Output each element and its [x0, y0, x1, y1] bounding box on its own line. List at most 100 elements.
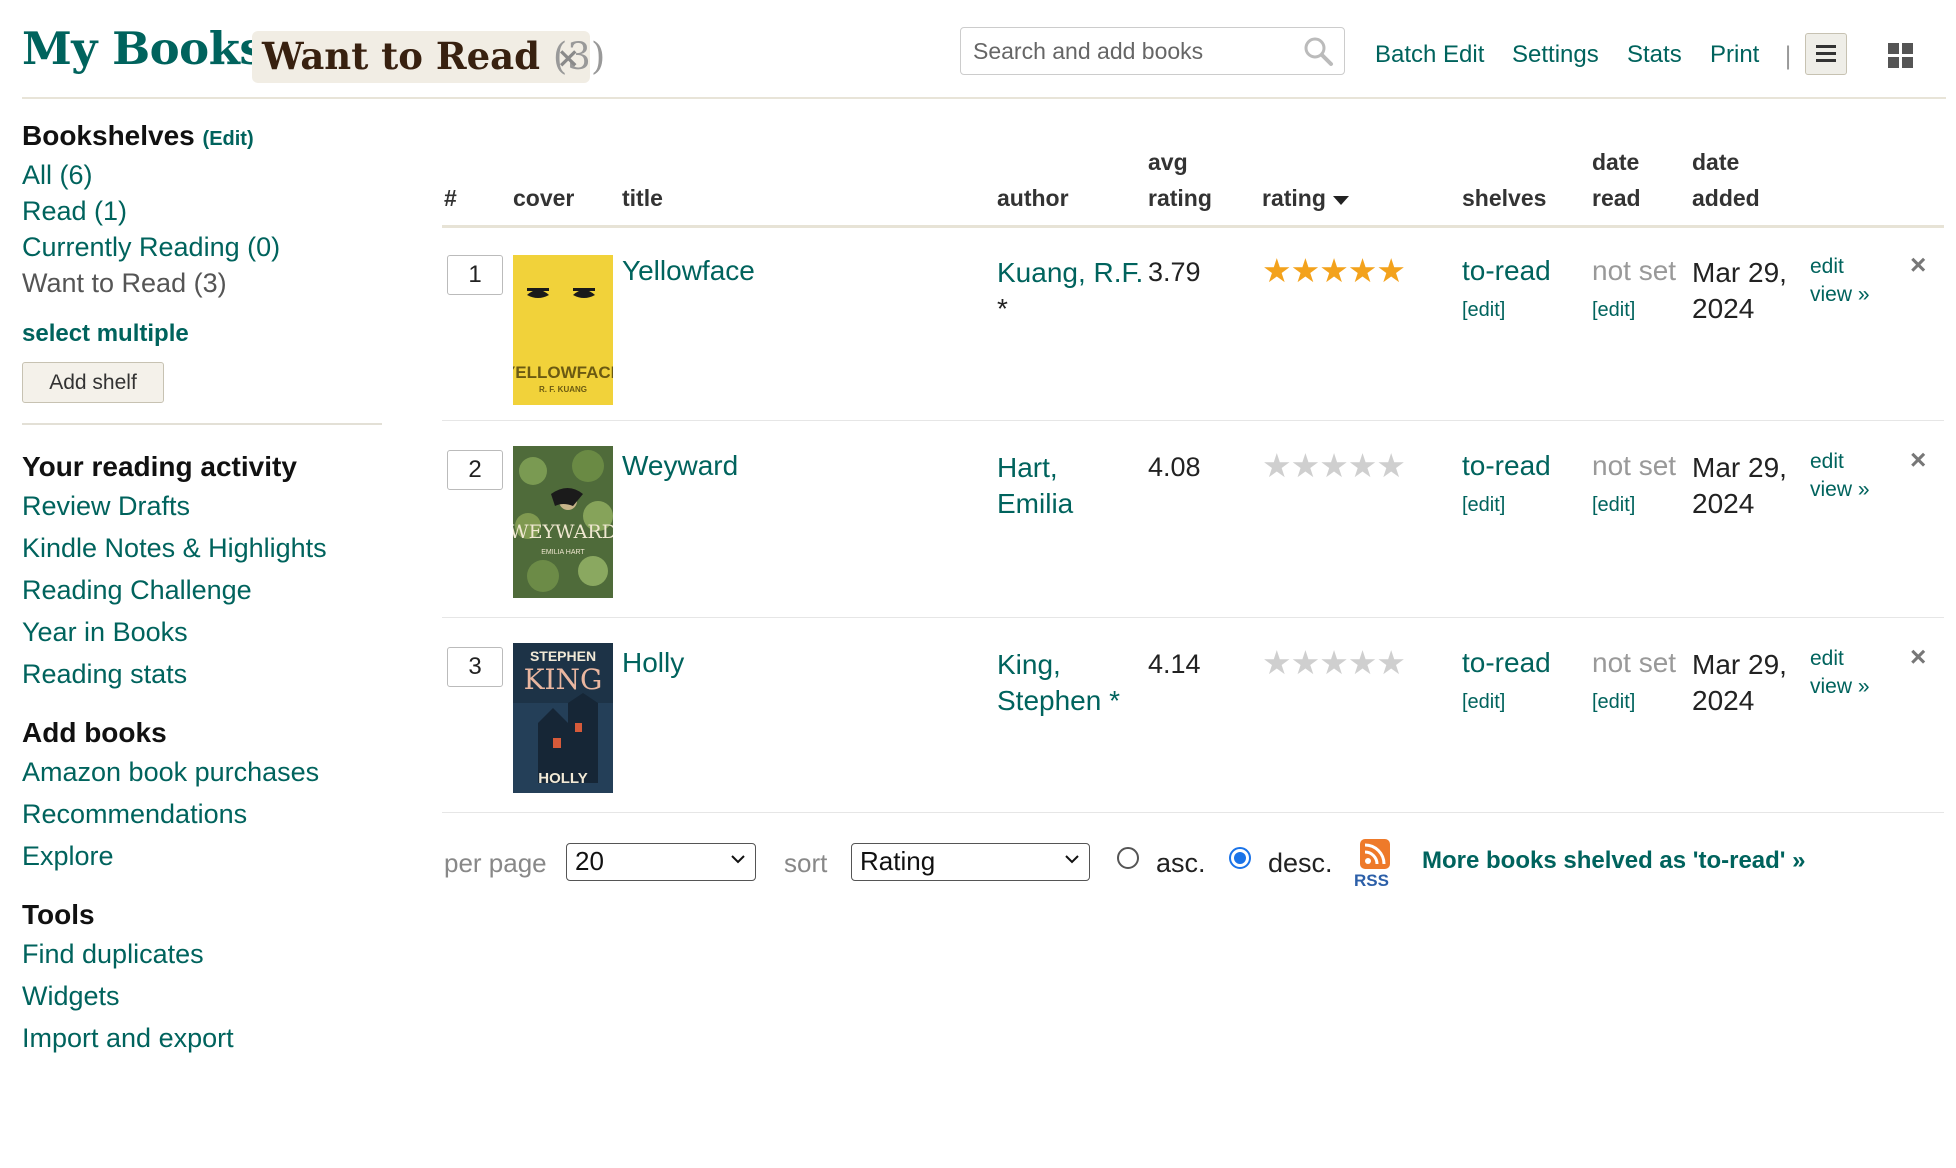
col-header-date-added[interactable]: date added [1692, 144, 1760, 216]
date-read-edit-link[interactable]: [edit] [1592, 299, 1635, 322]
more-books-link[interactable]: More books shelved as 'to-read' » [1422, 847, 1806, 875]
star-icon[interactable]: ★ [1376, 252, 1406, 289]
star-icon[interactable]: ★ [1262, 252, 1292, 289]
review-drafts-link[interactable]: Review Drafts [22, 485, 382, 527]
shelf-link[interactable]: to-read [1462, 450, 1551, 482]
position-input[interactable]: 3 [447, 647, 503, 687]
sort-select[interactable]: Rating [851, 843, 1090, 881]
book-author[interactable]: King, Stephen * [997, 647, 1147, 719]
shelf-edit-link[interactable]: [edit] [1462, 691, 1505, 714]
grid-view-icon[interactable] [1888, 43, 1914, 69]
edit-review-link[interactable]: edit [1810, 450, 1844, 474]
view-book-link[interactable]: view » [1810, 283, 1870, 307]
print-link[interactable]: Print [1710, 41, 1759, 69]
list-view-icon[interactable] [1805, 33, 1847, 75]
cover-author: EMILIA HART [541, 549, 585, 556]
book-cover[interactable]: YELLOWFACE R. F. KUANG [513, 255, 613, 405]
recommendations-link[interactable]: Recommendations [22, 793, 382, 835]
star-icon[interactable]: ★ [1291, 252, 1321, 289]
col-header-shelves[interactable]: shelves [1462, 180, 1546, 216]
remove-icon[interactable]: × [1910, 641, 1926, 673]
avg-rating: 4.14 [1148, 649, 1201, 679]
close-icon[interactable]: × [557, 41, 580, 74]
search-icon[interactable] [1302, 35, 1334, 67]
star-icon[interactable]: ★ [1262, 644, 1292, 681]
col-header-num[interactable]: # [444, 180, 457, 216]
stats-link[interactable]: Stats [1627, 41, 1682, 69]
star-icon[interactable]: ★ [1291, 644, 1321, 681]
star-icon[interactable]: ★ [1319, 644, 1349, 681]
book-cover[interactable]: STEPHEN KING HOLLY [513, 643, 613, 793]
shelf-link-want-to-read[interactable]: Want to Read (3) [22, 265, 382, 301]
shelf-link-all[interactable]: All (6) [22, 157, 382, 193]
star-icon[interactable]: ★ [1376, 644, 1406, 681]
star-icon[interactable]: ★ [1348, 447, 1378, 484]
user-rating-stars[interactable]: ★★★★★ [1262, 643, 1406, 682]
col-header-cover[interactable]: cover [513, 180, 574, 216]
book-title-link[interactable]: Weyward [622, 450, 738, 482]
remove-icon[interactable]: × [1910, 249, 1926, 281]
asc-radio[interactable] [1117, 847, 1139, 869]
per-page-select[interactable]: 20 [566, 843, 756, 881]
col-header-avg-rating[interactable]: avg rating [1148, 144, 1212, 216]
user-rating-stars[interactable]: ★★★★★ [1262, 251, 1406, 290]
col-header-date-read-line2: read [1592, 185, 1641, 211]
user-rating-stars[interactable]: ★★★★★ [1262, 446, 1406, 485]
explore-link[interactable]: Explore [22, 835, 382, 877]
book-title-link[interactable]: Holly [622, 647, 684, 679]
grid-view-cell [1902, 43, 1913, 54]
book-author[interactable]: Hart, Emilia [997, 450, 1147, 522]
shelf-edit-link[interactable]: [edit] [1462, 299, 1505, 322]
shelf-link-read[interactable]: Read (1) [22, 193, 382, 229]
import-export-link[interactable]: Import and export [22, 1017, 382, 1059]
col-header-date-read[interactable]: date read [1592, 144, 1641, 216]
view-book-link[interactable]: view » [1810, 675, 1870, 699]
batch-edit-link[interactable]: Batch Edit [1375, 41, 1484, 69]
desc-radio[interactable] [1229, 847, 1251, 869]
date-read-edit-link[interactable]: [edit] [1592, 691, 1635, 714]
date-read-edit-link[interactable]: [edit] [1592, 494, 1635, 517]
star-icon[interactable]: ★ [1262, 447, 1292, 484]
edit-review-link[interactable]: edit [1810, 647, 1844, 671]
settings-link[interactable]: Settings [1512, 41, 1599, 69]
date-added: Mar 29, 2024 [1692, 255, 1802, 327]
position-input[interactable]: 2 [447, 450, 503, 490]
star-icon[interactable]: ★ [1348, 644, 1378, 681]
view-book-link[interactable]: view » [1810, 478, 1870, 502]
current-shelf-chip: Want to Read (3) × [252, 31, 605, 83]
star-icon[interactable]: ★ [1319, 252, 1349, 289]
bookshelves-edit-link[interactable]: (Edit) [203, 128, 254, 150]
rss-icon[interactable] [1360, 839, 1390, 869]
kindle-notes-link[interactable]: Kindle Notes & Highlights [22, 527, 382, 569]
star-icon[interactable]: ★ [1319, 447, 1349, 484]
holly-cover-art: STEPHEN KING HOLLY [513, 643, 613, 793]
shelf-link[interactable]: to-read [1462, 255, 1551, 287]
book-title-link[interactable]: Yellowface [622, 255, 755, 287]
year-in-books-link[interactable]: Year in Books [22, 611, 382, 653]
list-controls: per page 20 sort Rating asc. desc. RSS M… [442, 835, 1944, 895]
book-cover[interactable]: WEYWARD EMILIA HART [513, 446, 613, 598]
remove-icon[interactable]: × [1910, 444, 1926, 476]
widgets-link[interactable]: Widgets [22, 975, 382, 1017]
shelf-edit-link[interactable]: [edit] [1462, 494, 1505, 517]
reading-stats-link[interactable]: Reading stats [22, 653, 382, 695]
star-icon[interactable]: ★ [1348, 252, 1378, 289]
date-added: Mar 29, 2024 [1692, 450, 1802, 522]
col-header-rating[interactable]: rating [1262, 180, 1350, 216]
add-shelf-button[interactable]: Add shelf [22, 362, 164, 403]
rss-label[interactable]: RSS [1354, 871, 1389, 891]
edit-review-link[interactable]: edit [1810, 255, 1844, 279]
star-icon[interactable]: ★ [1376, 447, 1406, 484]
col-header-title[interactable]: title [622, 180, 663, 216]
reading-challenge-link[interactable]: Reading Challenge [22, 569, 382, 611]
star-icon[interactable]: ★ [1291, 447, 1321, 484]
col-header-author[interactable]: author [997, 180, 1069, 216]
select-multiple-link[interactable]: select multiple [22, 316, 382, 352]
shelf-link[interactable]: to-read [1462, 647, 1551, 679]
amazon-purchases-link[interactable]: Amazon book purchases [22, 751, 382, 793]
search-input[interactable] [971, 34, 1285, 68]
find-duplicates-link[interactable]: Find duplicates [22, 933, 382, 975]
shelf-link-currently-reading[interactable]: Currently Reading (0) [22, 229, 382, 265]
position-input[interactable]: 1 [447, 255, 503, 295]
book-author[interactable]: Kuang, R.F. * [997, 255, 1147, 327]
